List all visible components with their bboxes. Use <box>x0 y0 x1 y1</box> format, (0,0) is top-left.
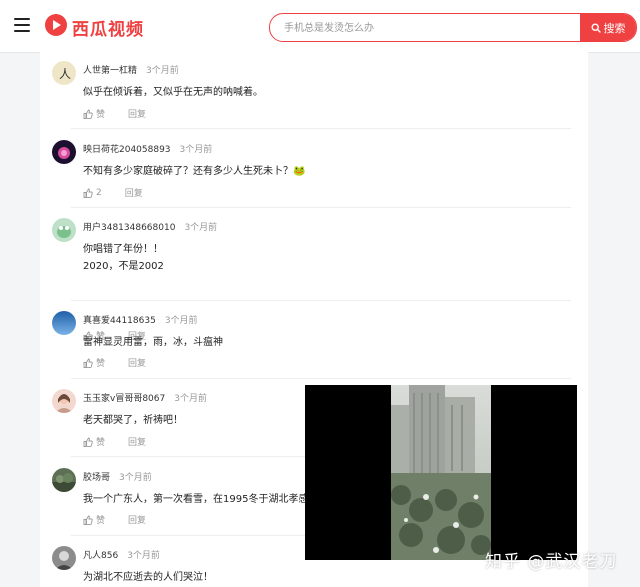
comment-divider <box>71 378 571 379</box>
comment-line: 老天都哭了，祈祷吧！ <box>83 415 183 426</box>
comment-line: 雷神显灵用雷，雨，冰，斗瘟神 <box>83 337 223 348</box>
comment-username[interactable]: 凡人856 <box>83 551 118 561</box>
search-button-label: 搜索 <box>603 21 626 35</box>
reply-button[interactable]: 回复 <box>128 435 146 448</box>
snowy-city-scene <box>391 385 491 560</box>
comment-line: 不知有多少家庭破碎了？还有多少人生死未卜？🐸 <box>83 166 306 177</box>
comment-divider <box>71 207 571 208</box>
like-button[interactable]: 赞 <box>83 513 105 526</box>
like-count: 赞 <box>96 438 106 448</box>
comment-time: 3个月前 <box>119 473 152 483</box>
search-input[interactable] <box>282 14 576 41</box>
comment-time: 3个月前 <box>179 145 213 155</box>
thumbs-up-icon <box>83 437 93 447</box>
like-count: 2 <box>96 187 102 198</box>
thumbs-up-icon <box>83 109 93 119</box>
reply-button[interactable]: 回复 <box>128 513 146 526</box>
avatar[interactable] <box>52 546 76 570</box>
comment-divider <box>71 300 571 301</box>
search-button[interactable]: 搜索 <box>580 14 636 41</box>
comment-time: 3个月前 <box>174 394 207 404</box>
avatar[interactable] <box>52 389 76 413</box>
menu-icon[interactable] <box>14 18 30 32</box>
thumbs-up-icon <box>83 358 93 368</box>
comment-text: 不知有多少家庭破碎了？还有多少人生死未卜？🐸 <box>83 163 305 180</box>
search-bar: 搜索 <box>269 13 637 42</box>
comment-username[interactable]: 真喜爱44118635 <box>83 316 156 326</box>
thumbs-up-icon <box>83 515 93 525</box>
avatar[interactable] <box>52 218 76 242</box>
comment-line: 为湖北不应逝去的人们哭泣！ <box>83 572 213 583</box>
comment-divider <box>71 128 571 129</box>
comment-time: 3个月前 <box>184 223 218 233</box>
comment-line: 我一个广东人，第一次看雪，在1995冬于湖北孝感。 <box>83 494 319 505</box>
comment-line: 你唱错了年份！！ <box>83 244 163 255</box>
avatar[interactable] <box>52 140 76 164</box>
comment-username[interactable]: 胶场哥 <box>83 473 110 483</box>
comment-time: 3个月前 <box>164 316 198 326</box>
comment-text: 老天都哭了，祈祷吧！ <box>83 412 183 429</box>
comment-username[interactable]: 映日荷花204058893 <box>83 145 171 155</box>
like-count: 赞 <box>96 516 106 526</box>
like-count: 赞 <box>96 359 106 369</box>
like-button[interactable]: 赞 <box>83 107 105 120</box>
comment-text: 我一个广东人，第一次看雪，在1995冬于湖北孝感。 <box>83 491 318 508</box>
comment-username[interactable]: 用户3481348668010 <box>83 223 175 233</box>
avatar[interactable]: 人 <box>52 61 76 85</box>
comment-text: 似乎在倾诉着，又似乎在无声的呐喊着。 <box>83 84 263 101</box>
watermark-text: 知乎 @武汉老刀 <box>485 552 618 572</box>
search-icon <box>590 22 601 33</box>
xigua-logo-icon[interactable] <box>44 13 68 37</box>
reply-button[interactable]: 回复 <box>128 356 146 369</box>
avatar[interactable] <box>52 468 76 492</box>
comment-time: 3个月前 <box>127 551 160 561</box>
comment-text: 你唱错了年份！！ 2020，不是2002 <box>83 241 164 275</box>
reply-button[interactable]: 回复 <box>128 107 146 120</box>
comment-username[interactable]: 玉玉家v冒哥哥8067 <box>83 394 165 404</box>
avatar[interactable] <box>52 311 76 335</box>
brand-name[interactable]: 西瓜视频 <box>72 15 144 40</box>
like-button[interactable]: 赞 <box>83 435 105 448</box>
comment-line: 似乎在倾诉着，又似乎在无声的呐喊着。 <box>83 87 263 98</box>
video-overlay[interactable] <box>305 385 577 560</box>
like-button[interactable]: 2 <box>83 188 102 198</box>
top-navigation-bar: 西瓜视频 搜索 <box>0 0 640 53</box>
like-button[interactable]: 赞 <box>83 356 105 369</box>
comment-username[interactable]: 人世第一杠精 <box>83 66 137 76</box>
comment-text: 为湖北不应逝去的人们哭泣！ <box>83 569 213 586</box>
like-count: 赞 <box>96 110 106 120</box>
comment-line: 2020，不是2002 <box>83 261 164 272</box>
thumbs-up-icon <box>83 188 93 198</box>
reply-button[interactable]: 回复 <box>125 186 143 199</box>
svg-text:人: 人 <box>59 67 71 81</box>
comment-text: 雷神显灵用雷，雨，冰，斗瘟神 <box>83 334 223 351</box>
comment-time: 3个月前 <box>146 66 179 76</box>
video-frame <box>391 385 491 560</box>
